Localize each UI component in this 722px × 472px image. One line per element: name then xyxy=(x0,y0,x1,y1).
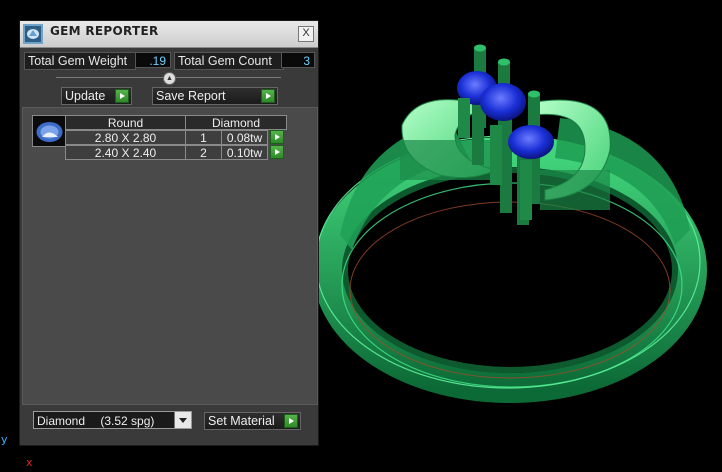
gem-row-weight: 0.08tw xyxy=(221,130,268,145)
play-arrow-icon xyxy=(261,89,275,103)
gem-row-count: 1 xyxy=(185,130,222,145)
gem-row-size: 2.80 X 2.80 xyxy=(65,130,186,145)
total-gem-count-value: 3 xyxy=(281,52,315,68)
save-report-button-label: Save Report xyxy=(156,89,226,103)
gem-reporter-app-icon xyxy=(23,24,43,44)
chevron-down-icon[interactable] xyxy=(174,412,191,428)
material-header: Diamond xyxy=(185,115,287,130)
row-select-arrow-icon[interactable] xyxy=(270,145,284,159)
save-report-button[interactable]: Save Report xyxy=(152,87,278,105)
gem-row-size: 2.40 X 2.40 xyxy=(65,145,186,160)
panel-title: GEM REPORTER xyxy=(50,24,159,38)
gem-row-weight: 0.10tw xyxy=(221,145,268,160)
gem-thumbnail xyxy=(32,115,67,147)
total-gem-weight-label: Total Gem Weight xyxy=(24,52,136,70)
round-gem-icon xyxy=(36,122,63,142)
row-select-arrow-icon[interactable] xyxy=(270,130,284,144)
update-button-label: Update xyxy=(65,89,106,103)
set-material-button-label: Set Material xyxy=(208,414,275,428)
gem-row-count: 2 xyxy=(185,145,222,160)
play-arrow-icon xyxy=(115,89,129,103)
close-button[interactable]: X xyxy=(298,26,314,42)
axis-y-label: y xyxy=(1,433,8,446)
gem-reporter-panel: GEM REPORTER X Total Gem Weight .19 Tota… xyxy=(19,20,319,446)
play-arrow-icon xyxy=(284,414,298,428)
total-gem-count-label: Total Gem Count xyxy=(174,52,284,70)
gem-list: Round Diamond 2.80 X 2.80 1 0.08tw 2.40 … xyxy=(22,107,318,405)
title-bar[interactable]: GEM REPORTER X xyxy=(20,21,318,48)
axis-x-label: x xyxy=(26,456,33,469)
collapse-icon[interactable]: ▲ xyxy=(163,72,176,85)
material-name: Diamond xyxy=(37,414,86,428)
shape-header: Round xyxy=(65,115,186,130)
ring-model xyxy=(313,44,707,403)
material-spg: (3.52 spg) xyxy=(100,414,155,428)
total-gem-weight-value: .19 xyxy=(135,52,171,68)
update-button[interactable]: Update xyxy=(61,87,132,105)
material-select[interactable]: Diamond (3.52 spg) xyxy=(33,411,192,429)
set-material-button[interactable]: Set Material xyxy=(204,412,301,430)
